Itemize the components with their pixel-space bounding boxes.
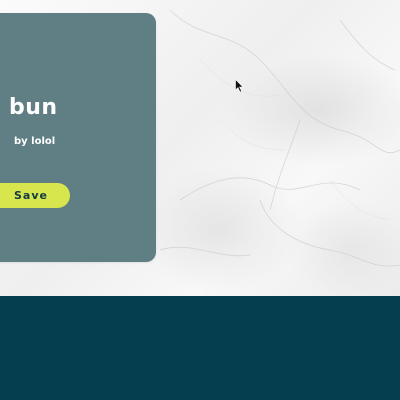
card-author: by lolol xyxy=(14,136,56,147)
save-button[interactable]: Save xyxy=(0,183,70,208)
page: bun by lolol Save xyxy=(0,0,400,400)
recipe-card: bun by lolol Save xyxy=(0,13,156,262)
mouse-pointer-icon xyxy=(235,79,244,93)
footer-bar xyxy=(0,296,400,400)
card-title: bun xyxy=(9,95,58,120)
